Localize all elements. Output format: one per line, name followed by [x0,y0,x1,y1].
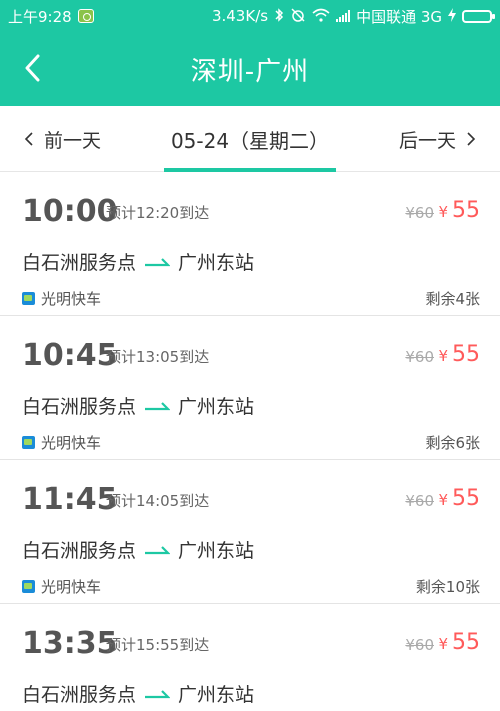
current-price: ¥ 55 [438,630,480,655]
trip-card[interactable]: 10:45 预计13:05到达 ¥60 ¥ 55 白石洲服务点 广州东站 光明快… [0,316,500,460]
price-value: 55 [452,198,480,223]
price-value: 55 [452,486,480,511]
original-price: ¥60 [405,636,434,654]
app-header: 深圳-广州 [0,32,500,106]
arrival-estimate: 预计13:05到达 [106,348,210,366]
route-to: 广州东站 [178,684,255,706]
alarm-off-icon [290,7,306,26]
company-logo-icon [22,580,35,593]
arrival-estimate: 预计14:05到达 [106,492,210,510]
network-speed: 3.43K/s [211,7,269,25]
route-arrow-icon [145,257,171,266]
prev-day-label: 前一天 [44,129,102,152]
route-from: 白石洲服务点 [22,252,137,274]
price-currency: ¥ [438,635,448,653]
current-date-label: 05-24（星期二） [170,128,330,153]
departure-time: 11:45 [22,482,118,517]
app-notification-icon [77,9,94,23]
route-arrow-icon [145,401,171,410]
chevron-right-icon [467,132,476,146]
chevron-left-icon [24,132,33,146]
company-logo-icon [22,436,35,449]
chevron-left-icon [25,54,40,82]
route: 白石洲服务点 广州东站 [22,392,254,419]
signal-icon [336,10,351,22]
company-name: 光明快车 [41,434,102,452]
route: 白石洲服务点 广州东站 [22,536,254,563]
route-arrow-icon [145,545,171,554]
company-logo-icon [22,292,35,305]
status-bar: 上午9:28 3.43K/s 中国联通 3G [0,0,500,32]
trip-list: 10:00 预计12:20到达 ¥60 ¥ 55 白石洲服务点 广州东站 光明快… [0,172,500,711]
route: 白石洲服务点 广州东站 [22,248,254,275]
company-name: 光明快车 [41,290,102,308]
current-price: ¥ 55 [438,342,480,367]
bus-company: 光明快车 [22,576,101,597]
price-value: 55 [452,630,480,655]
route-arrow-icon [145,689,171,698]
departure-time: 13:35 [22,626,118,661]
battery-icon [462,9,495,23]
seats-remaining: 剩余6张 [425,434,480,452]
trip-card[interactable]: 10:00 预计12:20到达 ¥60 ¥ 55 白石洲服务点 广州东站 光明快… [0,172,500,316]
wifi-icon [312,8,330,25]
route-to: 广州东站 [178,540,255,562]
arrival-estimate: 预计12:20到达 [106,204,210,222]
price-value: 55 [452,342,480,367]
back-button[interactable] [14,50,50,86]
charging-icon [448,7,456,25]
carrier-label: 中国联通 3G [356,7,442,26]
seats-remaining: 剩余4张 [425,290,480,308]
status-time: 上午9:28 [8,7,72,26]
current-price: ¥ 55 [438,198,480,223]
price-currency: ¥ [438,491,448,509]
route-to: 广州东站 [178,396,255,418]
route-from: 白石洲服务点 [22,684,137,706]
current-price: ¥ 55 [438,486,480,511]
date-nav: 前一天 05-24（星期二） 后一天 [0,106,500,172]
company-name: 光明快车 [41,578,102,596]
seats-remaining: 剩余10张 [415,578,480,596]
next-day-label: 后一天 [398,129,456,152]
bus-company: 光明快车 [22,288,101,309]
route-from: 白石洲服务点 [22,396,137,418]
current-date-tab[interactable]: 05-24（星期二） [164,106,336,172]
original-price: ¥60 [405,204,434,222]
bluetooth-icon [274,7,284,26]
original-price: ¥60 [405,492,434,510]
prev-day-button[interactable]: 前一天 [24,106,101,172]
original-price: ¥60 [405,348,434,366]
price-currency: ¥ [438,203,448,221]
route-to: 广州东站 [178,252,255,274]
route: 白石洲服务点 广州东站 [22,680,254,707]
arrival-estimate: 预计15:55到达 [106,636,210,654]
route-from: 白石洲服务点 [22,540,137,562]
departure-time: 10:00 [22,194,118,229]
bus-company: 光明快车 [22,432,101,453]
departure-time: 10:45 [22,338,118,373]
next-day-button[interactable]: 后一天 [399,106,476,172]
trip-card[interactable]: 13:35 预计15:55到达 ¥60 ¥ 55 白石洲服务点 广州东站 [0,604,500,711]
trip-card[interactable]: 11:45 预计14:05到达 ¥60 ¥ 55 白石洲服务点 广州东站 光明快… [0,460,500,604]
price-currency: ¥ [438,347,448,365]
page-title: 深圳-广州 [190,56,310,87]
